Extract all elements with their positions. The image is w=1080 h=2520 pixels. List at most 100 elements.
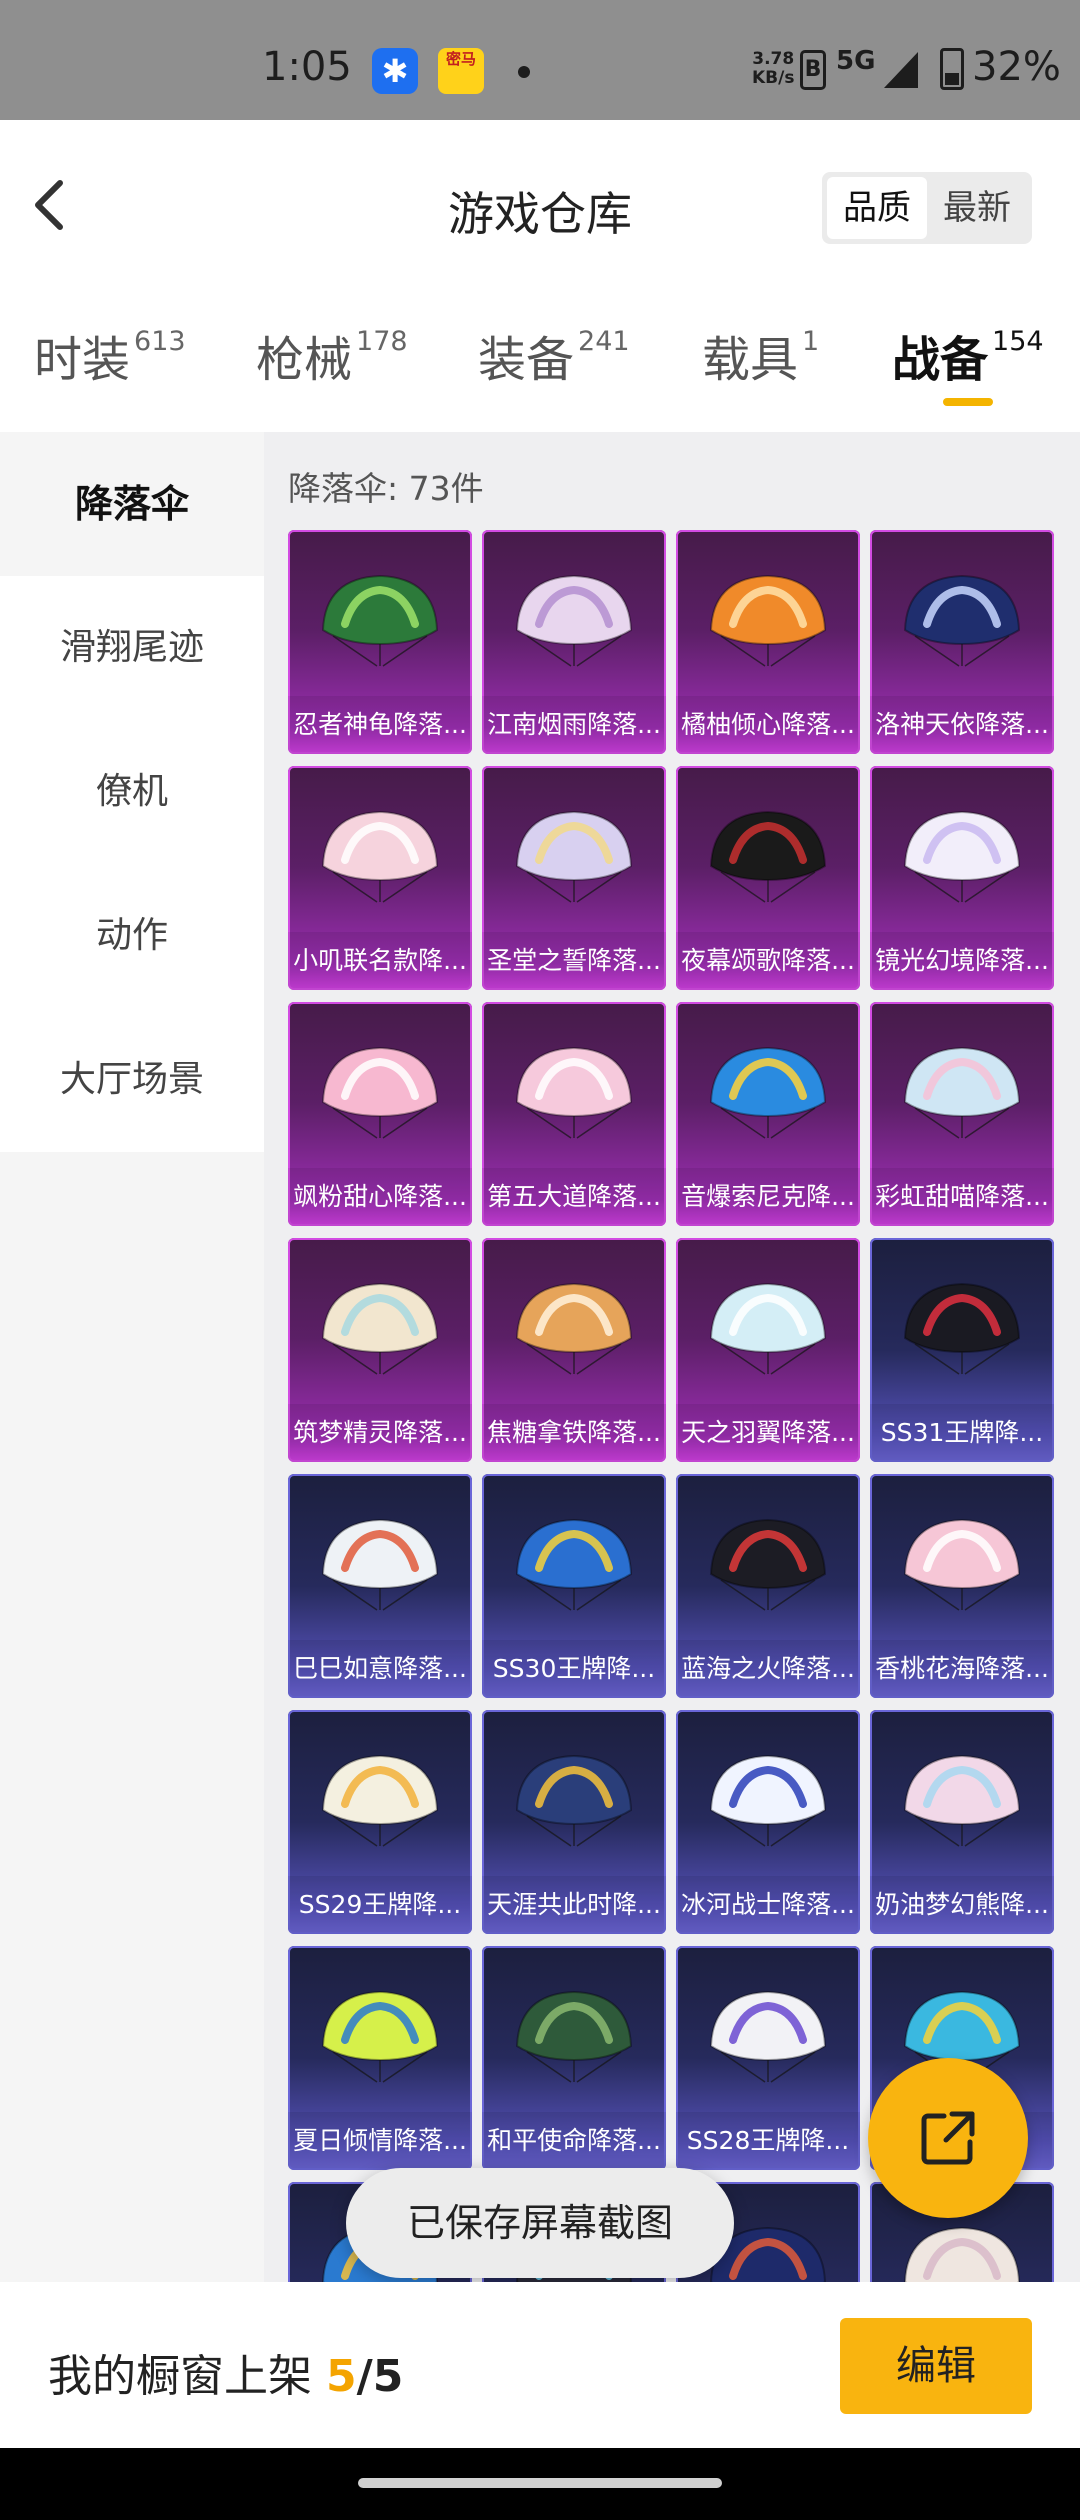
sort-quality-button[interactable]: 品质 <box>827 177 927 239</box>
parachute-image <box>321 810 439 903</box>
more-notifications-dot <box>518 66 530 78</box>
status-bar: 1:05 ✱ 密马 3.78 KB/s B 5G 32% <box>0 0 1080 120</box>
sidebar-item-parachute[interactable]: 降落伞 <box>0 432 264 576</box>
parachute-image <box>515 1282 633 1375</box>
parachute-card[interactable]: 洛神天依降落... <box>870 530 1054 754</box>
parachute-card[interactable]: 镜光幻境降落... <box>870 766 1054 990</box>
parachute-card[interactable]: 夏日倾情降落... <box>288 1946 472 2170</box>
parachute-card[interactable]: 夜幕颂歌降落... <box>676 766 860 990</box>
data-saver-icon: B <box>800 50 826 90</box>
parachute-image <box>709 1518 827 1611</box>
parachute-card[interactable]: 天之羽翼降落... <box>676 1238 860 1462</box>
parachute-card[interactable]: 飒粉甜心降落... <box>288 1002 472 1226</box>
share-button[interactable] <box>868 2058 1028 2218</box>
signal-type: 5G <box>836 46 876 76</box>
parachute-image <box>903 1754 1021 1847</box>
parachute-image <box>709 1282 827 1375</box>
status-time: 1:05 <box>262 44 352 90</box>
parachute-image <box>321 1046 439 1139</box>
parachute-name: 冰河战士降落... <box>676 1876 860 1934</box>
parachute-card[interactable]: SS31王牌降... <box>870 1238 1054 1462</box>
parachute-card[interactable]: 小叽联名款降... <box>288 766 472 990</box>
parachute-card[interactable]: 巳巳如意降落... <box>288 1474 472 1698</box>
tab-vehicles[interactable]: 载具 1 <box>702 320 819 390</box>
parachute-name: 圣堂之誓降落... <box>482 932 666 990</box>
item-grid-area: 降落伞: 73件 忍者神龟降落... 江南烟雨降落... 橘柚倾心降落... 洛神天依… <box>264 432 1080 2406</box>
parachute-name: 音爆索尼克降... <box>676 1168 860 1226</box>
parachute-name: 小叽联名款降... <box>288 932 472 990</box>
sidebar: 降落伞 滑翔尾迹 僚机 动作 大厅场景 <box>0 432 264 2282</box>
parachute-card[interactable]: 天涯共此时降... <box>482 1710 666 1934</box>
sidebar-item-emote[interactable]: 动作 <box>0 864 264 1008</box>
parachute-image <box>515 1518 633 1611</box>
system-nav-bar <box>0 2448 1080 2520</box>
parachute-name: 忍者神龟降落... <box>288 696 472 754</box>
parachute-image <box>709 810 827 903</box>
bottom-bar: 我的橱窗上架 5/5 编辑 <box>0 2282 1080 2448</box>
parachute-card[interactable]: 香桃花海降落... <box>870 1474 1054 1698</box>
category-tabs: 时装 613 枪械 178 装备 241 载具 1 战备 154 <box>0 310 1080 420</box>
parachute-image <box>709 1046 827 1139</box>
sort-toggle: 品质 最新 <box>822 172 1032 244</box>
toast-screenshot-saved: 已保存屏幕截图 <box>346 2168 734 2278</box>
item-count-label: 降落伞: 73件 <box>288 469 484 508</box>
parachute-card[interactable]: 焦糖拿铁降落... <box>482 1238 666 1462</box>
parachute-name: 巳巳如意降落... <box>288 1640 472 1698</box>
parachute-card[interactable]: SS30王牌降... <box>482 1474 666 1698</box>
blue-star-app-icon: ✱ <box>372 48 418 94</box>
parachute-name: 第五大道降落... <box>482 1168 666 1226</box>
parachute-card[interactable]: 音爆索尼克降... <box>676 1002 860 1226</box>
parachute-card[interactable]: 冰河战士降落... <box>676 1710 860 1934</box>
sidebar-item-glide-trail[interactable]: 滑翔尾迹 <box>0 576 264 720</box>
parachute-card[interactable]: 橘柚倾心降落... <box>676 530 860 754</box>
parachute-name: 筑梦精灵降落... <box>288 1404 472 1462</box>
parachute-name: SS30王牌降... <box>482 1640 666 1698</box>
battery-percent: 32% <box>972 44 1061 90</box>
parachute-card[interactable]: 圣堂之誓降落... <box>482 766 666 990</box>
parachute-card[interactable]: 忍者神龟降落... <box>288 530 472 754</box>
parachute-image <box>903 1282 1021 1375</box>
parachute-image <box>321 1282 439 1375</box>
parachute-name: 洛神天依降落... <box>870 696 1054 754</box>
sort-newest-button[interactable]: 最新 <box>927 177 1027 239</box>
network-speed: 3.78 KB/s <box>752 49 795 88</box>
parachute-name: 蓝海之火降落... <box>676 1640 860 1698</box>
parachute-image <box>515 1046 633 1139</box>
sidebar-item-lobby-scene[interactable]: 大厅场景 <box>0 1008 264 1152</box>
battery-icon <box>940 48 964 90</box>
parachute-image <box>903 810 1021 903</box>
parachute-name: SS31王牌降... <box>870 1404 1054 1462</box>
parachute-card[interactable]: 第五大道降落... <box>482 1002 666 1226</box>
screen: 1:05 ✱ 密马 3.78 KB/s B 5G 32% 游戏仓库 品质 最新 … <box>0 0 1080 2520</box>
parachute-name: 江南烟雨降落... <box>482 696 666 754</box>
parachute-name: 夜幕颂歌降落... <box>676 932 860 990</box>
parachute-card[interactable]: SS28王牌降... <box>676 1946 860 2170</box>
sidebar-item-wingman[interactable]: 僚机 <box>0 720 264 864</box>
tab-equipment[interactable]: 装备 241 <box>478 320 630 390</box>
parachute-name: 彩虹甜喵降落... <box>870 1168 1054 1226</box>
parachute-name: 香桃花海降落... <box>870 1640 1054 1698</box>
parachute-card[interactable]: SS29王牌降... <box>288 1710 472 1934</box>
tab-supplies[interactable]: 战备 154 <box>892 320 1044 390</box>
parachute-card[interactable]: 蓝海之火降落... <box>676 1474 860 1698</box>
parachute-name: 夏日倾情降落... <box>288 2112 472 2170</box>
active-tab-indicator <box>943 398 993 406</box>
parachute-card[interactable]: 彩虹甜喵降落... <box>870 1002 1054 1226</box>
tab-guns[interactable]: 枪械 178 <box>256 320 408 390</box>
parachute-image <box>321 1518 439 1611</box>
parachute-image <box>903 1518 1021 1611</box>
parachute-name: SS28王牌降... <box>676 2112 860 2170</box>
parachute-card[interactable]: 江南烟雨降落... <box>482 530 666 754</box>
parachute-name: 奶油梦幻熊降... <box>870 1876 1054 1934</box>
parachute-image <box>709 1990 827 2083</box>
parachute-name: 和平使命降落... <box>482 2112 666 2170</box>
parachute-card[interactable]: 筑梦精灵降落... <box>288 1238 472 1462</box>
parachute-card[interactable]: 和平使命降落... <box>482 1946 666 2170</box>
tab-fashion[interactable]: 时装 613 <box>34 320 186 390</box>
edit-button[interactable]: 编辑 <box>840 2318 1032 2414</box>
share-external-icon <box>921 2111 975 2165</box>
parachute-image <box>321 574 439 667</box>
parachute-card[interactable]: 奶油梦幻熊降... <box>870 1710 1054 1934</box>
home-gesture-bar[interactable] <box>358 2478 722 2488</box>
signal-icon <box>884 52 918 88</box>
